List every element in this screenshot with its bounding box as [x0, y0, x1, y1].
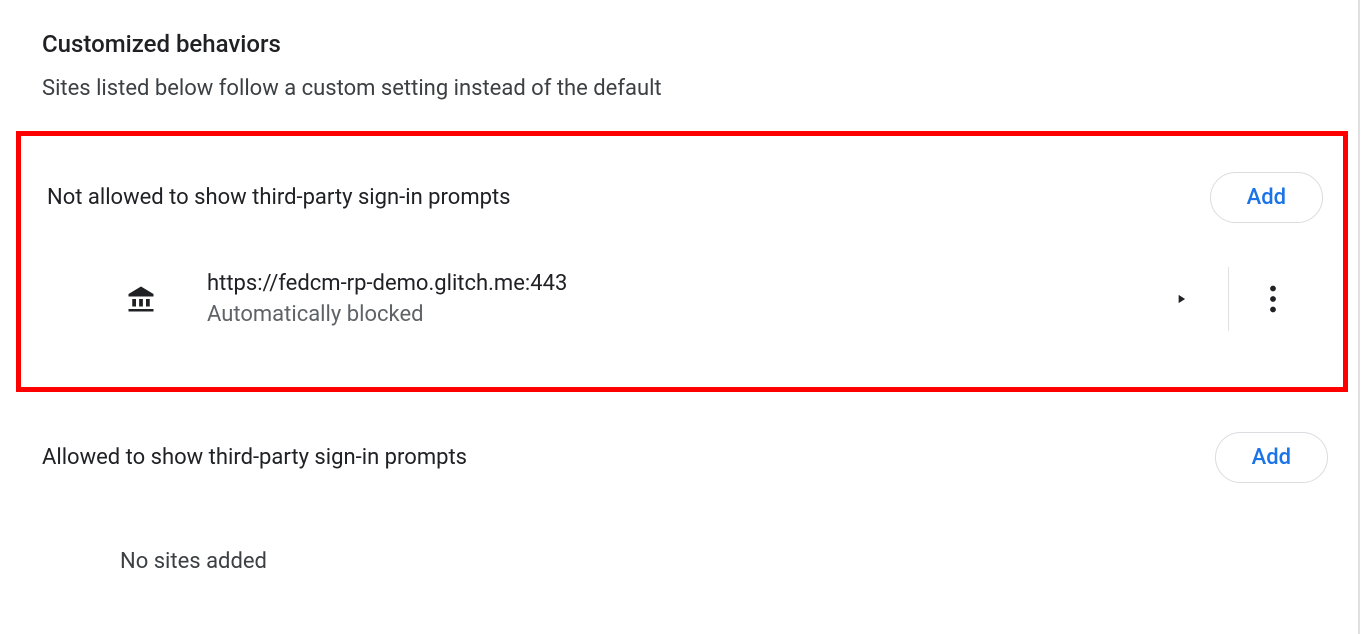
add-not-allowed-button[interactable]: Add	[1210, 172, 1323, 223]
allowed-header: Allowed to show third-party sign-in prom…	[0, 392, 1358, 507]
more-actions-button[interactable]	[1229, 261, 1317, 337]
chevron-right-icon	[1174, 292, 1188, 306]
settings-panel: Customized behaviors Sites listed below …	[0, 0, 1360, 634]
site-actions	[1134, 261, 1317, 337]
site-status: Automatically blocked	[207, 302, 1134, 327]
site-row[interactable]: https://fedcm-rp-demo.glitch.me:443 Auto…	[21, 247, 1343, 351]
more-vert-icon	[1269, 285, 1277, 313]
allowed-section: Allowed to show third-party sign-in prom…	[0, 392, 1358, 574]
allowed-empty-text: No sites added	[0, 507, 1358, 574]
site-info: https://fedcm-rp-demo.glitch.me:443 Auto…	[207, 271, 1134, 327]
add-allowed-button[interactable]: Add	[1215, 432, 1328, 483]
section-description: Sites listed below follow a custom setti…	[0, 76, 1358, 131]
not-allowed-header: Not allowed to show third-party sign-in …	[21, 148, 1343, 247]
section-title: Customized behaviors	[0, 0, 1358, 76]
institution-icon	[121, 284, 161, 314]
expand-site-button[interactable]	[1134, 268, 1228, 330]
not-allowed-title: Not allowed to show third-party sign-in …	[47, 185, 511, 210]
site-url: https://fedcm-rp-demo.glitch.me:443	[207, 271, 1134, 296]
allowed-title: Allowed to show third-party sign-in prom…	[42, 445, 467, 470]
not-allowed-section: Not allowed to show third-party sign-in …	[16, 131, 1348, 392]
